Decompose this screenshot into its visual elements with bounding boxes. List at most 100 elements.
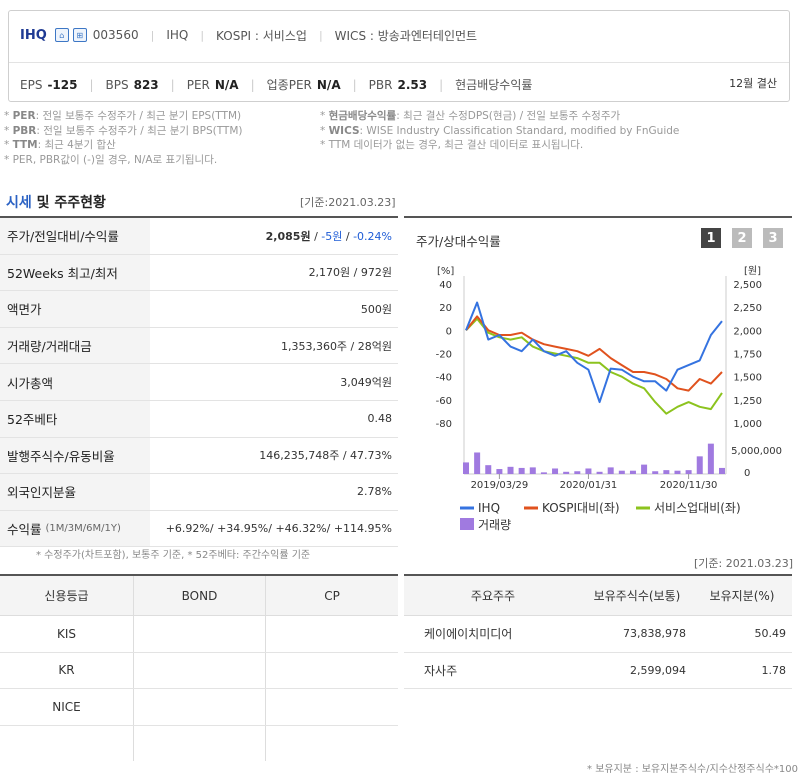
pbr-value: 2.53: [397, 77, 428, 92]
market-sector: KOSPI : 서비스업: [216, 28, 307, 43]
column-header: 주요주주: [470, 589, 516, 603]
right-tick-label: 2,000: [733, 326, 762, 337]
holder-name: 자사주: [424, 663, 458, 678]
table-row: NICE: [0, 689, 398, 726]
legend-volume-label: 거래량: [478, 518, 511, 532]
price-change: -5원: [321, 229, 343, 243]
return-3m: +34.95%: [217, 522, 269, 536]
column-header: 보유지분(%): [709, 589, 775, 603]
note-term: TTM: [12, 139, 38, 151]
divider: |: [150, 28, 155, 42]
industry-per-label[interactable]: 업종PER: [267, 76, 312, 93]
note-per: * PER: 전일 보통주 수정주가 / 최근 분기 EPS(TTM): [4, 110, 242, 122]
separator: /: [342, 229, 354, 243]
agency-name: NICE: [0, 689, 134, 725]
table-row: 케이에이치미디어 73,838,978 50.49: [404, 616, 792, 653]
volume-bar: [618, 470, 625, 474]
holders-footnote: * 보유지분 : 보유지분주식수/지수산정주식수*100: [587, 764, 798, 775]
row-label: 주가/전일대비/수익률: [0, 218, 150, 254]
table-row: 거래량/거래대금 1,353,360주 / 28억원: [0, 327, 398, 365]
legend-volume-swatch: [460, 518, 474, 530]
building-icon[interactable]: ⌂: [54, 28, 69, 42]
divider: |: [439, 77, 444, 92]
left-tick-label: -20: [436, 350, 452, 361]
grid-icon[interactable]: ⊞: [72, 28, 87, 42]
left-axis-unit: [%]: [437, 266, 454, 277]
volume-bar: [607, 467, 614, 474]
row-value: 1,353,360주 / 28억원: [280, 339, 392, 353]
pbr-label[interactable]: PBR: [369, 78, 393, 92]
row-label: 52Weeks 최고/최저: [0, 254, 150, 291]
dividend-yield-label[interactable]: 현금배당수익률: [455, 76, 532, 93]
company-ticker[interactable]: IHQ: [20, 28, 47, 43]
major-holders-table: 주요주주 보유주식수(보통) 보유지분(%) 케이에이치미디어 73,838,9…: [404, 574, 792, 689]
left-tick-label: 40: [439, 280, 452, 291]
bond-rating: [134, 689, 266, 725]
bond-rating: [134, 652, 266, 688]
eps-label[interactable]: EPS: [20, 78, 42, 92]
note-term: PBR: [12, 124, 37, 137]
agency-name: KIS: [0, 616, 134, 652]
note-wics: * WICS: WISE Industry Classification Sta…: [320, 124, 680, 137]
metrics-row: EPS -125 | BPS 823 | PER N/A | 업종PER N/A | P…: [20, 76, 532, 93]
volume-bar: [629, 470, 636, 474]
column-header: BOND: [134, 576, 266, 615]
table-header: 신용등급 BOND CP: [0, 576, 398, 616]
per-label[interactable]: PER: [187, 78, 210, 92]
table-row: 주가/전일대비/수익률 2,085원 / -5원 / -0.24%: [0, 218, 398, 255]
title-rest: 및 주주현황: [31, 195, 106, 211]
right-tick-label: 2,500: [733, 280, 762, 291]
separator: /: [310, 229, 322, 243]
right-tick-label: 1,000: [733, 419, 762, 430]
x-tick-label: 2020/01/31: [560, 480, 618, 491]
note-text: : 최근 결산 수정DPS(현금) / 전일 보통주 수정주가: [396, 110, 621, 122]
return-6m: +46.32%: [275, 522, 327, 536]
price-return-chart[interactable]: [%] [원] 40 20 0 -20 -40 -60 -80 2,500 2,250 2,000 1,…: [404, 218, 792, 540]
row-label: 52주베타: [0, 400, 150, 437]
legend-service-label: 서비스업대비(좌): [654, 501, 741, 515]
header-divider: [9, 62, 789, 63]
table-row: 자사주 2,599,094 1.78: [404, 653, 792, 689]
divider: |: [352, 77, 357, 92]
cp-rating: [266, 653, 398, 689]
volume-tick-label: 5,000,000: [731, 446, 782, 457]
note-dividend: * 현금배당수익률: 최근 결산 수정DPS(현금) / 전일 보통주 수정주가: [320, 110, 621, 122]
returns-label: 수익률: [7, 522, 42, 538]
left-tick-label: 20: [439, 303, 452, 314]
empty-cell: [0, 725, 134, 761]
bps-label[interactable]: BPS: [106, 78, 129, 92]
legend-kospi-label: KOSPI대비(좌): [542, 501, 620, 515]
row-value: 3,049억원: [340, 376, 392, 390]
agency-name: KR: [0, 652, 134, 688]
x-tick-label: 2020/11/30: [660, 480, 718, 491]
volume-bar: [707, 443, 714, 474]
note-term: 현금배당수익률: [328, 110, 397, 122]
row-label: 수익률 (1M/3M/6M/1Y): [0, 510, 150, 547]
holders-date: [기준: 2021.03.23]: [694, 557, 794, 570]
table-row: 액면가 500원: [0, 291, 398, 328]
row-label: 액면가: [0, 291, 150, 327]
company-name: IHQ: [166, 28, 189, 42]
holder-pct: 1.78: [761, 663, 787, 677]
row-value: 2,170원 / 972원: [308, 266, 392, 280]
left-tick-label: -40: [436, 373, 452, 384]
table-row: KIS: [0, 616, 398, 653]
stock-code: 003560: [92, 28, 139, 42]
volume-bar: [685, 470, 692, 474]
right-tick-label: 1,250: [733, 396, 762, 407]
column-header: CP: [324, 588, 340, 603]
price-value: 2,085원 / -5원 / -0.24%: [150, 228, 398, 244]
note-ttm-missing: * TTM 데이터가 없는 경우, 최근 결산 데이터로 표시됩니다.: [320, 139, 584, 151]
price-chart-panel: 주가/상대수익률 1 2 3 [%] [원] 40 20 0 -20 -40 -60 -80 2,…: [404, 216, 792, 538]
fiscal-settlement: 12월 결산: [729, 77, 777, 90]
bps-value: 823: [133, 77, 159, 92]
volume-bar: [563, 471, 570, 474]
returns-values: +6.92%/ +34.95%/ +46.32%/ +114.95%: [165, 522, 392, 536]
volume-bar: [674, 470, 681, 474]
table-row: KR: [0, 652, 398, 689]
volume-bar: [719, 467, 725, 474]
row-value: 2.78%: [357, 485, 392, 499]
holder-name: 케이에이치미디어: [424, 627, 513, 642]
table-header: 주요주주 보유주식수(보통) 보유지분(%): [404, 576, 792, 616]
market-info-table: 주가/전일대비/수익률 2,085원 / -5원 / -0.24% 52Week…: [0, 216, 398, 548]
